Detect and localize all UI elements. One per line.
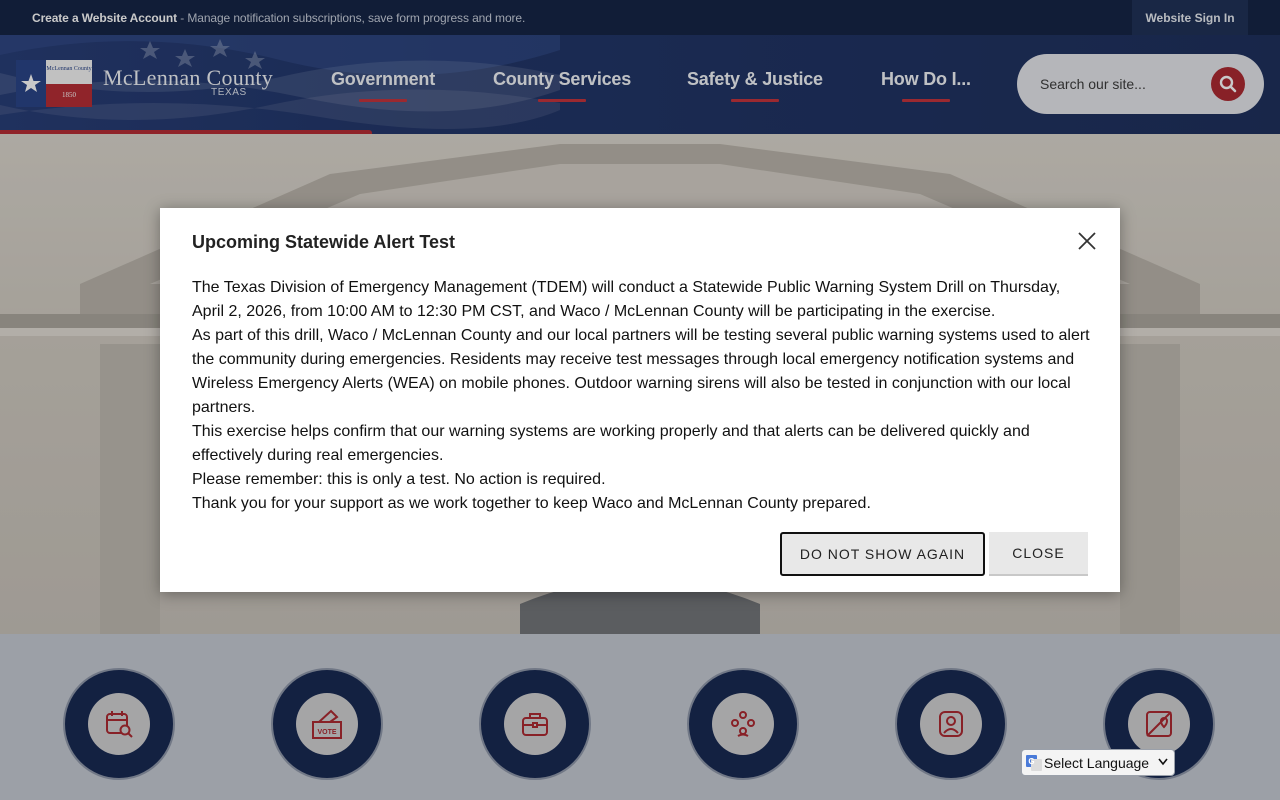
modal-paragraph: This exercise helps confirm that our war…: [192, 423, 1030, 464]
alert-modal-dialog: Upcoming Statewide Alert Test The Texas …: [160, 208, 1120, 592]
language-select-label: Select Language: [1044, 754, 1150, 771]
modal-title: Upcoming Statewide Alert Test: [192, 232, 456, 252]
close-button[interactable]: CLOSE: [989, 532, 1088, 576]
modal-paragraph: Please remember: this is only a test. No…: [192, 471, 606, 488]
close-icon[interactable]: [1076, 230, 1098, 252]
svg-text:G: G: [1028, 757, 1034, 766]
google-translate-icon: G: [1026, 754, 1042, 771]
do-not-show-again-button[interactable]: DO NOT SHOW AGAIN: [780, 532, 985, 576]
modal-paragraph: The Texas Division of Emergency Manageme…: [192, 279, 1061, 320]
language-select[interactable]: G Select Language: [1021, 749, 1175, 776]
modal-paragraph: Thank you for your support as we work to…: [192, 495, 871, 512]
modal-body: The Texas Division of Emergency Manageme…: [192, 276, 1092, 516]
chevron-down-icon: [1158, 758, 1168, 766]
modal-paragraph: As part of this drill, Waco / McLennan C…: [192, 327, 1090, 416]
